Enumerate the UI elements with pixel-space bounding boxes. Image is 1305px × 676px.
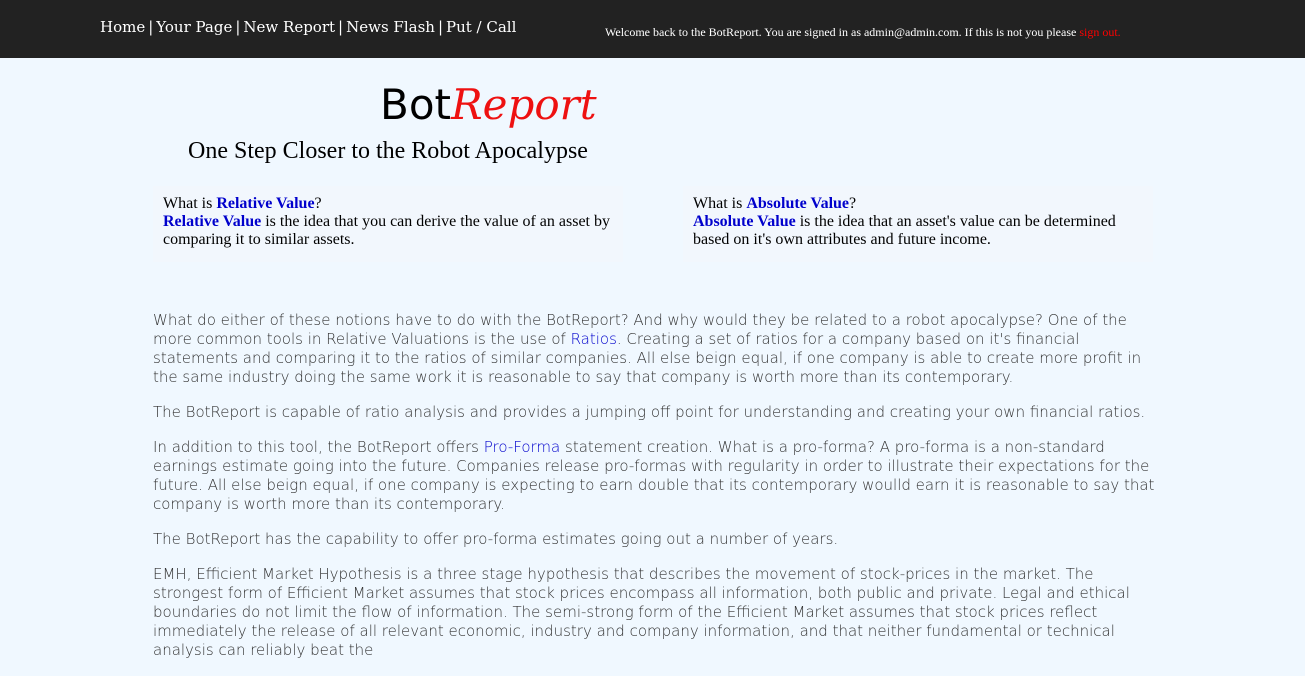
nav-new-report-link[interactable]: New Report [243, 18, 335, 36]
nav-separator: | [148, 18, 154, 36]
relative-value-term: Relative Value [216, 195, 315, 212]
page-tagline: One Step Closer to the Robot Apocalypse [188, 138, 588, 164]
welcome-text: Welcome back to the BotReport. You are s… [605, 25, 1080, 39]
nav-separator: | [338, 18, 344, 36]
relative-value-term: Relative Value [163, 213, 262, 230]
top-navbar: Home | Your Page | New Report | News Flash | Put… [0, 0, 1305, 58]
absolute-value-term: Absolute Value [746, 195, 850, 212]
nav-put-call-link[interactable]: Put / Call [446, 18, 516, 36]
paragraph-pro-forma-estimates: The BotReport has the capability to offe… [153, 530, 839, 548]
nav-separator: | [235, 18, 241, 36]
logo-report-text: Report [450, 80, 597, 129]
absolute-value-question: What is Absolute Value? [693, 195, 1143, 213]
paragraph-ratio-analysis: The BotReport is capable of ratio analys… [153, 403, 1146, 421]
question-suffix: ? [314, 195, 322, 212]
ratios-link[interactable]: Ratios [571, 330, 617, 348]
question-prefix: What is [693, 195, 747, 212]
nav-separator: | [437, 18, 443, 36]
paragraph-emh: EMH, Efficient Market Hypothesis is a th… [153, 565, 1130, 659]
relative-value-box: What is Relative Value? Relative Value i… [153, 186, 623, 262]
site-logo: BotReport [380, 84, 597, 126]
paragraph-ratios: What do either of these notions have to … [153, 311, 1155, 387]
sign-out-link[interactable]: sign out. [1079, 25, 1120, 39]
paragraph-text: In addition to this tool, the BotReport … [153, 438, 484, 456]
nav-news-flash-link[interactable]: News Flash [346, 18, 435, 36]
question-suffix: ? [849, 195, 857, 212]
paragraph-pro-forma: In addition to this tool, the BotReport … [153, 438, 1155, 514]
logo-bot-text: Bot [380, 80, 451, 129]
absolute-value-box: What is Absolute Value? Absolute Value i… [683, 186, 1153, 262]
welcome-message: Welcome back to the BotReport. You are s… [605, 25, 1121, 40]
relative-value-definition: Relative Value is the idea that you can … [163, 213, 613, 249]
relative-value-question: What is Relative Value? [163, 195, 613, 213]
nav-home-link[interactable]: Home [100, 18, 145, 36]
absolute-value-definition: Absolute Value is the idea that an asset… [693, 213, 1143, 249]
main-nav: Home | Your Page | New Report | News Flash | Put… [100, 18, 516, 36]
nav-your-page-link[interactable]: Your Page [156, 18, 232, 36]
pro-forma-link[interactable]: Pro-Forma [484, 438, 560, 456]
question-prefix: What is [163, 195, 217, 212]
absolute-value-term: Absolute Value [693, 213, 796, 230]
main-content: What do either of these notions have to … [153, 311, 1155, 676]
